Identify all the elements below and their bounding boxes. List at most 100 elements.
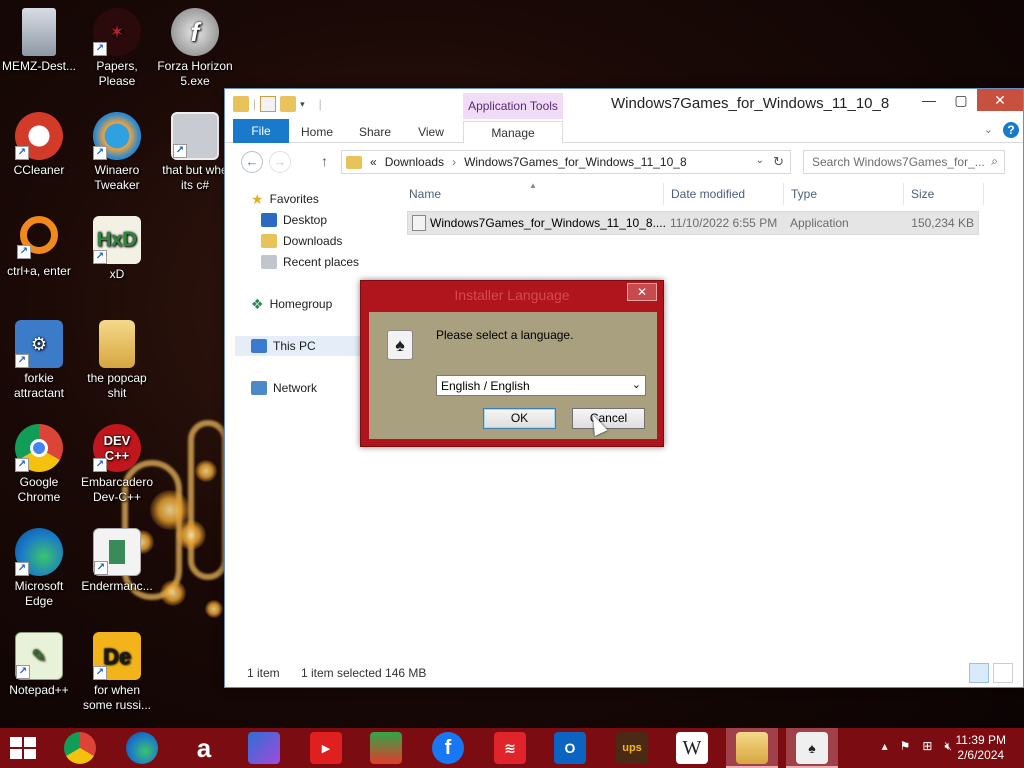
action-center-flag-icon[interactable]: ⚑: [900, 739, 911, 754]
taskbar-explorer-button[interactable]: [726, 728, 778, 768]
item-count: 1 item: [247, 666, 280, 680]
papers-please-icon: ✶ ↗: [93, 8, 141, 56]
tab-manage[interactable]: Manage: [463, 121, 563, 143]
desktop-icon: [261, 213, 277, 227]
tab-home[interactable]: Home: [297, 121, 337, 143]
recycle-bin-icon: [22, 8, 56, 56]
taskbar-facebook-icon[interactable]: f: [432, 732, 464, 764]
flash-icon: f: [171, 8, 219, 56]
desktop-icon-ctrl-a[interactable]: ↗ ctrl+a, enter: [0, 216, 78, 279]
cancel-button[interactable]: Cancel: [572, 408, 645, 429]
column-size[interactable]: Size: [911, 187, 934, 201]
nav-desktop[interactable]: Desktop: [261, 210, 327, 230]
quick-access-toolbar: | ▾ |: [233, 96, 322, 112]
table-row[interactable]: Windows7Games_for_Windows_11_10_8.... 11…: [407, 211, 979, 235]
nav-downloads[interactable]: Downloads: [261, 231, 342, 251]
system-tray: ▴ ⚑ ⊞ 🔇︎: [882, 739, 952, 754]
column-type[interactable]: Type: [791, 187, 817, 201]
downloads-icon: [261, 234, 277, 248]
title-bar[interactable]: | ▾ | Application Tools Windows7Games_fo…: [225, 89, 1023, 119]
desktop-icon-that-but[interactable]: ↗ that but whe its c#: [156, 112, 234, 193]
expand-ribbon-icon[interactable]: ⌄: [984, 123, 993, 136]
desktop-icon-ccleaner[interactable]: ↗ CCleaner: [0, 112, 78, 178]
taskbar-clock[interactable]: 11:39 PM 2/6/2024: [956, 733, 1006, 763]
large-icons-view-icon[interactable]: [993, 663, 1013, 683]
details-view-icon[interactable]: [969, 663, 989, 683]
column-date-modified[interactable]: Date modified: [671, 187, 745, 201]
taskbar-installer-button[interactable]: ♠: [786, 728, 838, 768]
folder-icon[interactable]: [233, 96, 249, 112]
dialog-body: ♠ Please select a language. English / En…: [369, 312, 657, 439]
desktop-icon-forza[interactable]: f Forza Horizon 5.exe: [156, 8, 234, 89]
clock-date: 2/6/2024: [957, 748, 1005, 762]
desktop-icon-devcpp[interactable]: DEV C++ ↗ Embarcadero Dev-C++: [78, 424, 156, 505]
dialog-close-button[interactable]: ✕: [627, 283, 657, 301]
desktop-icon-winaero[interactable]: ↗ Winaero Tweaker: [78, 112, 156, 193]
search-input[interactable]: Search Windows7Games_for_... ⌕: [803, 150, 1005, 174]
qat-dropdown-icon[interactable]: ▾: [300, 99, 305, 110]
desktop-icon-papers-please[interactable]: ✶ ↗ Papers, Please: [78, 8, 156, 89]
taskbar-wikipedia-icon[interactable]: W: [676, 732, 708, 764]
desktop-icon-xd[interactable]: HxD ↗ xD: [78, 216, 156, 282]
hxd-icon: HxD ↗: [93, 216, 141, 264]
close-button[interactable]: ✕: [977, 89, 1023, 111]
maximize-button[interactable]: ▢: [945, 89, 977, 111]
dialog-prompt: Please select a language.: [436, 328, 574, 342]
start-button[interactable]: [10, 737, 38, 759]
taskbar-amazon-icon[interactable]: a: [188, 732, 220, 764]
installer-language-dialog[interactable]: Installer Language ✕ ♠ Please select a l…: [360, 280, 664, 447]
up-button[interactable]: ↑: [321, 153, 328, 169]
language-select[interactable]: English / English ⌄: [436, 375, 646, 396]
file-date: 11/10/2022 6:55 PM: [670, 216, 778, 230]
column-name[interactable]: Name: [409, 187, 441, 201]
desktop-icon-popcap[interactable]: the popcap shit: [78, 320, 156, 401]
desktop-icon-memz[interactable]: MEMZ-Dest...: [0, 8, 78, 74]
minimize-button[interactable]: —: [913, 89, 945, 111]
taskbar-ups-icon[interactable]: ups: [616, 732, 648, 764]
nav-homegroup[interactable]: ❖ Homegroup: [251, 294, 332, 314]
taskbar-bofa-icon[interactable]: ≋: [494, 732, 526, 764]
ribbon-tabs: File Home Share View Manage ⌄ ?: [225, 119, 1023, 143]
view-buttons: [969, 663, 1013, 683]
taskbar-youtube-icon[interactable]: ▶: [310, 732, 342, 764]
devcpp-icon: DEV C++ ↗: [93, 424, 141, 472]
address-row: ← → ↑ « Downloads › Windows7Games_for_Wi…: [225, 143, 1023, 179]
desktop-icon-notepadpp[interactable]: ✎ ↗ Notepad++: [0, 632, 78, 698]
tab-share[interactable]: Share: [353, 121, 397, 143]
taskbar-store-icon[interactable]: [370, 732, 402, 764]
ok-button[interactable]: OK: [483, 408, 556, 429]
homegroup-icon: ❖: [251, 296, 264, 312]
desktop-icon-forkie[interactable]: ⚙ ↗ forkie attractant: [0, 320, 78, 401]
desktop-icon-edge[interactable]: ↗ Microsoft Edge: [0, 528, 78, 609]
breadcrumb-current-folder[interactable]: Windows7Games_for_Windows_11_10_8: [464, 155, 687, 169]
document-icon: ↗: [93, 528, 141, 576]
taskbar-chrome-icon[interactable]: [64, 732, 96, 764]
help-icon[interactable]: ?: [1003, 122, 1019, 138]
forward-button[interactable]: →: [269, 151, 291, 173]
nav-favorites[interactable]: ★ Favorites: [251, 189, 319, 209]
desktop-icon-chrome[interactable]: ↗ Google Chrome: [0, 424, 78, 505]
network-icon: [251, 381, 267, 395]
taskbar-edge-icon[interactable]: [126, 732, 158, 764]
taskbar-outlook-icon[interactable]: O: [554, 732, 586, 764]
back-button[interactable]: ←: [241, 151, 263, 173]
taskbar-copilot-icon[interactable]: [248, 732, 280, 764]
show-hidden-icons-icon[interactable]: ▴: [882, 739, 888, 754]
nav-network[interactable]: Network: [251, 378, 317, 398]
network-tray-icon[interactable]: ⊞: [922, 739, 932, 754]
refresh-icon[interactable]: ↻: [773, 154, 784, 170]
breadcrumb-downloads[interactable]: Downloads: [385, 155, 444, 169]
volume-muted-icon[interactable]: 🔇︎: [944, 739, 952, 754]
address-bar[interactable]: « Downloads › Windows7Games_for_Windows_…: [341, 150, 791, 174]
winaero-icon: ↗: [93, 112, 141, 160]
tab-file[interactable]: File: [233, 119, 289, 143]
solitaire-card-icon: ♠: [387, 330, 413, 360]
properties-icon[interactable]: [260, 96, 277, 112]
nav-recent-places[interactable]: Recent places: [261, 252, 359, 272]
address-dropdown-icon[interactable]: ⌄: [756, 155, 764, 166]
desktop-icon-endermanch[interactable]: ↗ Endermanc...: [78, 528, 156, 594]
tab-view[interactable]: View: [411, 121, 451, 143]
nav-this-pc[interactable]: This PC: [235, 336, 365, 356]
desktop-icon-russi[interactable]: De ↗ for when some russi...: [78, 632, 156, 713]
new-folder-icon[interactable]: [280, 96, 297, 112]
